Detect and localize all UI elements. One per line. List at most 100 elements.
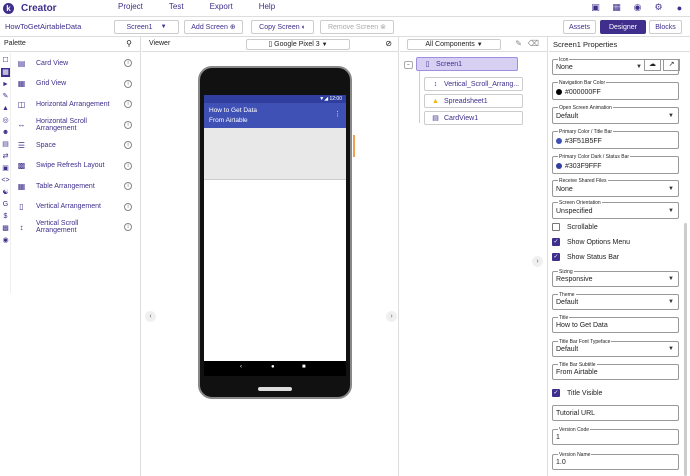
phone-screen[interactable]: ▼◢ 12:00 How to Get Data From Airtable ⋮ — [204, 95, 346, 361]
search-icon[interactable]: ⚲ — [126, 39, 132, 48]
remove-screen-button[interactable]: Remove Screen ⊗ — [320, 20, 394, 34]
options-menu-icon[interactable]: ⋮ — [334, 110, 341, 118]
screen-selector[interactable]: Screen1 ▼ — [114, 20, 179, 34]
properties-scrollbar[interactable] — [684, 223, 687, 476]
menu-project[interactable]: Project — [118, 2, 143, 11]
app-title: How to Get Data — [209, 107, 258, 114]
tree-node-screen1[interactable]: ▯ Screen1 — [416, 57, 518, 71]
collapse-right-icon[interactable]: › — [386, 311, 397, 322]
checkbox-checked-icon: ✓ — [552, 253, 560, 261]
category-ai-icon[interactable]: ▩ — [1, 224, 10, 233]
rename-icon[interactable]: ✎ — [515, 39, 522, 48]
category-drawing-icon[interactable]: ✎ — [1, 92, 10, 101]
tutorial-url-field[interactable]: Tutorial URL — [552, 405, 679, 421]
assets-button[interactable]: Assets — [563, 20, 596, 34]
tree-collapse-icon[interactable]: − — [404, 61, 413, 69]
category-more-icon[interactable]: ◉ — [1, 236, 10, 245]
category-google-icon[interactable]: G — [1, 200, 10, 209]
primary-color-field[interactable]: Primary Color / Title Bar #3F51B5FF — [552, 129, 679, 149]
info-icon[interactable]: i — [124, 182, 132, 191]
account-icon[interactable]: ● — [674, 2, 685, 13]
receive-shared-files-field[interactable]: Receive Shared Files None ▼ — [552, 178, 679, 197]
add-screen-label: Add Screen — [191, 23, 228, 31]
palette-item-grid-view[interactable]: ▦ Grid View i — [12, 74, 141, 95]
scrollable-checkbox[interactable]: Scrollable — [552, 223, 598, 231]
field-label: Version Name — [558, 452, 592, 458]
primary-color-dark-field[interactable]: Primary Color Dark / Status Bar #303F9FF… — [552, 154, 679, 174]
palette-item-swipe-refresh[interactable]: ▩ Swipe Refresh Layout i — [12, 156, 141, 177]
phone-speaker — [258, 387, 292, 391]
category-storage-icon[interactable]: ▤ — [1, 140, 10, 149]
field-label: Primary Color / Title Bar — [558, 129, 614, 135]
screen-orientation-field[interactable]: Screen Orientation Unspecified ▼ — [552, 200, 679, 219]
upload-icon[interactable]: ☁ — [644, 59, 661, 71]
info-icon[interactable]: i — [124, 202, 132, 211]
category-sensors-icon[interactable]: ◎ — [1, 116, 10, 125]
open-external-icon[interactable]: ↗ — [663, 59, 680, 71]
version-name-field[interactable]: Version Name 1.0 — [552, 452, 679, 470]
category-lego-icon[interactable]: ▣ — [1, 164, 10, 173]
settings-icon[interactable]: ⚙ — [653, 2, 664, 13]
category-maps-icon[interactable]: ▲ — [1, 104, 10, 113]
category-layout-icon[interactable]: ▦ — [1, 68, 10, 77]
theme-field[interactable]: Theme Default ▼ — [552, 292, 679, 310]
gallery-icon[interactable]: ▦ — [611, 2, 622, 13]
delete-icon[interactable]: ⌫ — [528, 39, 539, 48]
color-value: #000000FF — [565, 89, 601, 96]
spreadsheet-icon: ▲ — [432, 97, 439, 105]
category-monetization-icon[interactable]: $ — [1, 212, 10, 221]
show-options-menu-checkbox[interactable]: ✓ Show Options Menu — [552, 238, 630, 246]
palette-item-table-arrangement[interactable]: ▦ Table Arrangement i — [12, 176, 141, 197]
tree-node-spreadsheet[interactable]: ▲ Spreadsheet1 — [424, 94, 523, 108]
title-field[interactable]: Title How to Get Data — [552, 315, 679, 333]
designer-button[interactable]: Designer — [600, 20, 646, 34]
info-icon[interactable]: i — [124, 141, 132, 150]
category-social-icon[interactable]: ☻ — [1, 128, 10, 137]
show-status-bar-checkbox[interactable]: ✓ Show Status Bar — [552, 253, 619, 261]
device-selector[interactable]: ▯ Google Pixel 3 ▼ — [246, 39, 350, 50]
category-connectivity-icon[interactable]: ⇄ — [1, 152, 10, 161]
folder-icon[interactable]: ▣ — [590, 2, 601, 13]
chevron-down-icon: ▼ — [160, 24, 167, 30]
sizing-field[interactable]: Sizing Responsive ▼ — [552, 269, 679, 287]
component-filter[interactable]: All Components ▼ — [407, 39, 501, 50]
category-user-interface-icon[interactable]: ☐ — [1, 56, 10, 65]
palette-item-vertical-scroll[interactable]: ↕ Vertical Scroll Arrangement i — [12, 217, 141, 238]
field-label: Title — [558, 315, 570, 321]
menu-test[interactable]: Test — [169, 2, 184, 11]
vertical-scroll-arrangement-preview[interactable] — [204, 128, 346, 180]
hide-components-icon[interactable]: ⊘ — [385, 39, 392, 48]
palette-item-vertical-arrangement[interactable]: ▯ Vertical Arrangement i — [12, 197, 141, 218]
menu-help[interactable]: Help — [259, 2, 275, 11]
palette-item-card-view[interactable]: ▤ Card View i — [12, 53, 141, 74]
info-icon[interactable]: i — [124, 79, 132, 88]
palette-item-label: Vertical Arrangement — [36, 203, 101, 211]
menu-export[interactable]: Export — [210, 2, 233, 11]
info-icon[interactable]: i — [124, 100, 132, 109]
collapse-left-icon[interactable]: ‹ — [145, 311, 156, 322]
category-media-icon[interactable]: ► — [1, 80, 10, 89]
collapse-properties-icon[interactable]: › — [532, 256, 543, 267]
chat-icon[interactable]: ◉ — [632, 2, 643, 13]
palette-item-horizontal-arrangement[interactable]: ◫ Horizontal Arrangement i — [12, 94, 141, 115]
tree-node-vertical-scroll[interactable]: ↕ Vertical_Scroll_Arrang... — [424, 77, 523, 91]
palette-item-space[interactable]: ☰ Space i — [12, 135, 141, 156]
title-subtitle-field[interactable]: Title Bar Subtitle From Airtable — [552, 362, 679, 380]
tree-node-cardview[interactable]: ▤ CardView1 — [424, 111, 523, 125]
add-screen-button[interactable]: Add Screen ⊕ — [184, 20, 243, 34]
info-icon[interactable]: i — [124, 59, 132, 68]
title-font-field[interactable]: Title Bar Font Typeface Default ▼ — [552, 339, 679, 357]
palette-item-horizontal-scroll[interactable]: ↔ Horizontal Scroll Arrangement i — [12, 115, 141, 136]
copy-screen-button[interactable]: Copy Screen ◐ — [251, 20, 314, 34]
info-icon[interactable]: i — [124, 161, 132, 170]
title-visible-checkbox[interactable]: ✓ Title Visible — [552, 389, 602, 397]
nav-bar-color-field[interactable]: Navigation Bar Color #000000FF — [552, 80, 679, 100]
info-icon[interactable]: i — [124, 223, 132, 232]
version-code-field[interactable]: Version Code 1 — [552, 427, 679, 445]
category-extension-icon[interactable]: ☯ — [1, 188, 10, 197]
category-code-icon[interactable]: <> — [1, 176, 10, 185]
blocks-button[interactable]: Blocks — [649, 20, 682, 34]
info-icon[interactable]: i — [124, 120, 132, 129]
app-logo[interactable]: k Creator — [3, 2, 57, 14]
open-screen-animation-field[interactable]: Open Screen Animation Default ▼ — [552, 105, 679, 124]
